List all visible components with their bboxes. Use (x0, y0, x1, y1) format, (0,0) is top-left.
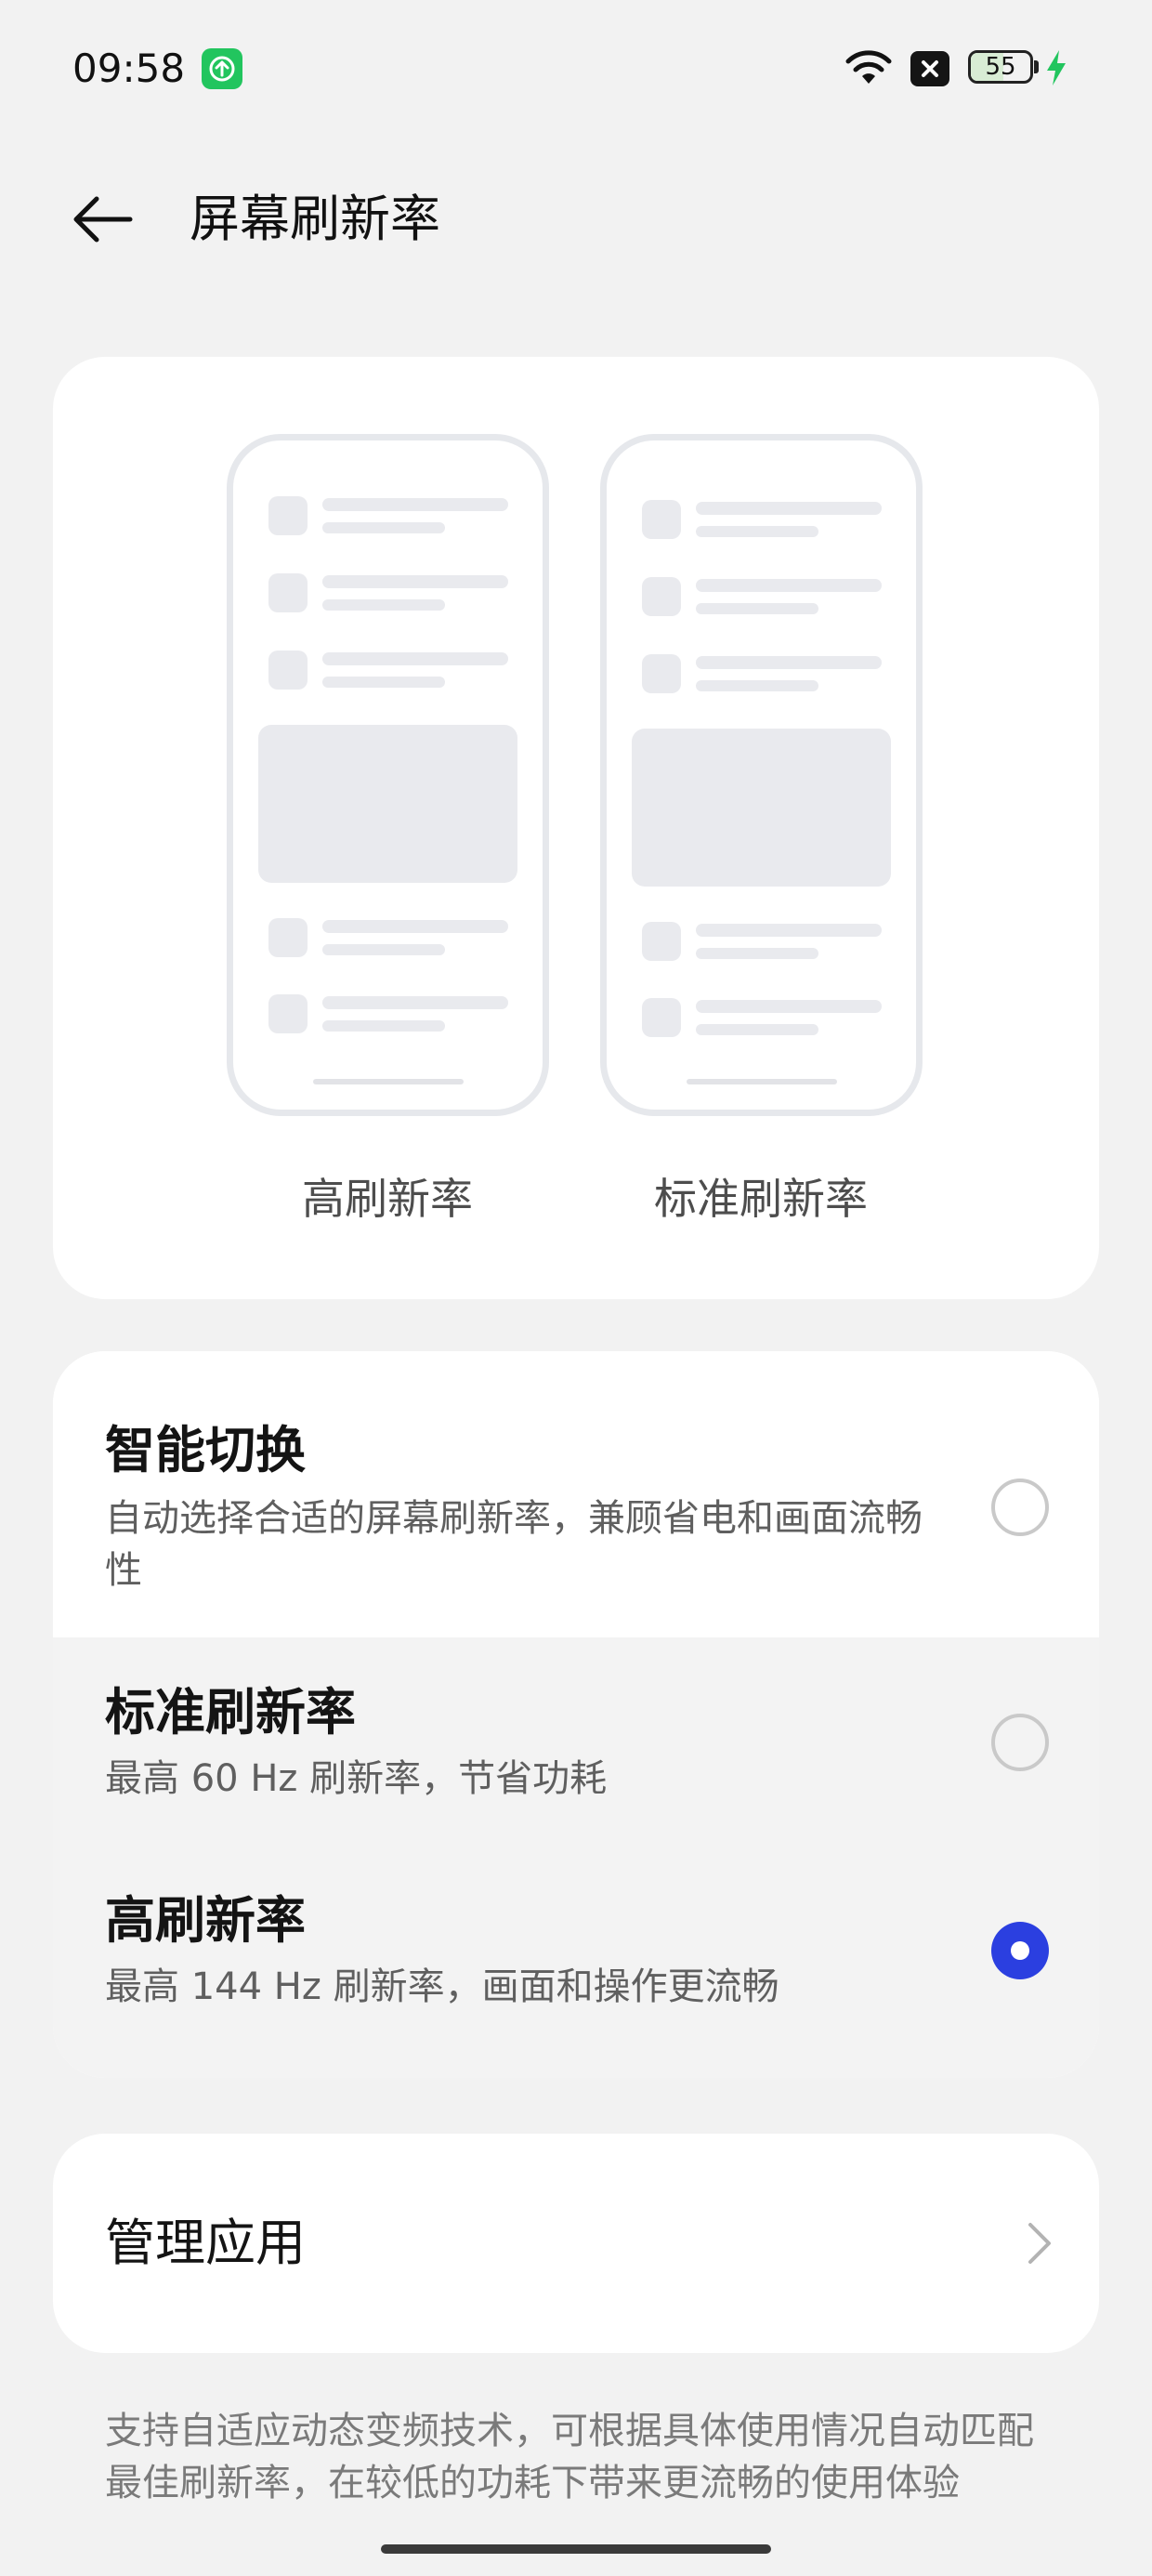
option-description: 最高 144 Hz 刷新率，画面和操作更流畅 (105, 1965, 779, 2008)
option-high-refresh[interactable]: 高刷新率 最高 144 Hz 刷新率，画面和操作更流畅 (53, 1846, 1099, 2078)
radio-high-refresh[interactable] (991, 1922, 1049, 1979)
home-indicator[interactable] (381, 2544, 771, 2554)
no-sim-icon (910, 51, 949, 86)
chevron-right-icon (1010, 2215, 1066, 2275)
phone-illustration-high (227, 434, 549, 1116)
footer-note: 支持自适应动态变频技术，可根据具体使用情况自动匹配最佳刷新率，在较低的功耗下带来… (105, 2410, 1034, 2504)
app-update-icon (202, 48, 242, 89)
radio-smart-switch[interactable] (991, 1479, 1049, 1536)
option-title: 智能切换 (105, 1421, 306, 1479)
option-description: 最高 60 Hz 刷新率，节省功耗 (105, 1757, 608, 1800)
status-bar: 09:58 55 (0, 0, 1152, 139)
preview-card: 高刷新率 标准刷新率 (53, 357, 1099, 1299)
wifi-icon (844, 46, 894, 91)
refresh-rate-options: 智能切换 自动选择合适的屏幕刷新率，兼顾省电和画面流畅性 标准刷新率 最高 60… (53, 1351, 1099, 2078)
charging-bolt-icon (1044, 48, 1068, 91)
battery-icon: 55 (968, 50, 1033, 84)
option-smart-switch[interactable]: 智能切换 自动选择合适的屏幕刷新率，兼顾省电和画面流畅性 (53, 1351, 1099, 1637)
option-title: 标准刷新率 (105, 1683, 356, 1741)
manage-apps-label: 管理应用 (105, 2214, 306, 2272)
radio-standard-refresh[interactable] (991, 1714, 1049, 1771)
option-title: 高刷新率 (105, 1891, 306, 1950)
phone-illustration-standard (600, 434, 923, 1116)
arrow-left-icon (73, 196, 133, 243)
preview-label-high: 高刷新率 (302, 1174, 473, 1224)
back-button[interactable] (65, 182, 143, 260)
option-standard-refresh[interactable]: 标准刷新率 最高 60 Hz 刷新率，节省功耗 (53, 1637, 1099, 1846)
battery-tip (1034, 60, 1039, 73)
preview-label-standard: 标准刷新率 (654, 1174, 868, 1224)
page-title: 屏幕刷新率 (190, 190, 440, 248)
manage-apps-row[interactable]: 管理应用 (53, 2134, 1099, 2353)
status-time: 09:58 (72, 46, 186, 91)
option-description: 自动选择合适的屏幕刷新率，兼顾省电和画面流畅性 (105, 1497, 923, 1592)
battery-level: 55 (985, 53, 1016, 81)
